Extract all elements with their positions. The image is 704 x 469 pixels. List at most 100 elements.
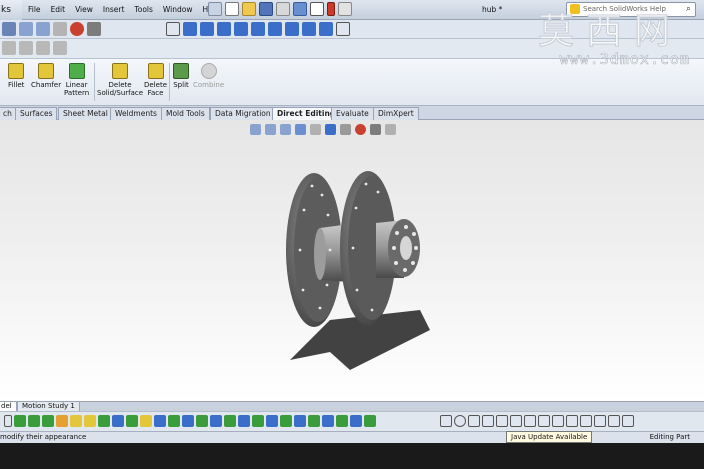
paste-icon[interactable] [36,41,50,55]
helix-icon[interactable] [252,415,264,427]
spline-icon[interactable] [510,415,522,427]
extrude-icon[interactable] [14,415,26,427]
split-line-icon[interactable] [238,415,250,427]
loft-icon[interactable] [56,415,68,427]
coordinate-icon[interactable] [210,415,222,427]
dropdown-icon[interactable] [4,415,12,427]
anchor-icon[interactable] [166,22,180,36]
polygon-icon[interactable] [496,415,508,427]
graphics-area[interactable] [0,120,704,401]
wrap-icon[interactable] [350,415,362,427]
java-update-notification[interactable]: Java Update Available [506,431,593,443]
view-settings-icon[interactable] [385,124,396,135]
menu-window[interactable]: Window [158,0,198,20]
new-document-icon[interactable] [225,2,239,16]
front-view-icon[interactable] [183,22,197,36]
previous-view-icon[interactable] [280,124,291,135]
fillet-button[interactable]: Fillet [8,63,24,89]
tab-evaluate[interactable]: Evaluate [331,107,374,120]
view-orientation-icon[interactable] [310,124,321,135]
rebuild-icon[interactable] [327,2,335,16]
composite-curve-icon[interactable] [280,415,292,427]
save-icon[interactable] [259,2,273,16]
menu-view[interactable]: View [70,0,98,20]
section-view-icon[interactable] [295,124,306,135]
section-view-icon[interactable] [36,22,50,36]
cut-icon[interactable] [53,41,67,55]
back-view-icon[interactable] [200,22,214,36]
delete-solid-button[interactable]: Delete Solid/Surface [97,63,143,97]
apply-scene-icon[interactable] [370,124,381,135]
shell-icon[interactable] [98,415,110,427]
tab-mold-tools[interactable]: Mold Tools [161,107,210,120]
combine-button[interactable]: Combine [193,63,224,89]
tab-weldments[interactable]: Weldments [110,107,162,120]
rectangle-icon[interactable] [580,415,592,427]
offset-icon[interactable] [538,415,550,427]
fillet-sketch-icon[interactable] [552,415,564,427]
hide-show-icon[interactable] [340,124,351,135]
revolve-icon[interactable] [28,415,40,427]
sweep-icon[interactable] [42,415,54,427]
dimension-icon[interactable] [594,415,606,427]
isometric-view-icon[interactable] [285,22,299,36]
view-cube-icon[interactable] [19,22,33,36]
open-icon[interactable] [242,2,256,16]
circle-icon[interactable] [454,415,466,427]
trim-icon[interactable] [482,415,494,427]
undo-icon[interactable] [293,2,307,16]
instant3d-icon[interactable] [322,415,334,427]
sketch-icon[interactable] [440,415,452,427]
mirror-icon[interactable] [154,415,166,427]
rib-icon[interactable] [112,415,124,427]
scene-icon[interactable] [87,22,101,36]
options-icon[interactable] [338,2,352,16]
line-icon[interactable] [468,415,480,427]
pin-icon[interactable] [208,2,222,16]
bottom-view-icon[interactable] [268,22,282,36]
tab-surfaces[interactable]: Surfaces [15,107,58,120]
dome-icon[interactable] [336,415,348,427]
pattern-icon[interactable] [168,415,180,427]
zoom-fit-icon[interactable] [250,124,261,135]
left-view-icon[interactable] [217,22,231,36]
menu-file[interactable]: File [23,0,46,20]
flex-icon[interactable] [364,415,376,427]
feature-icon[interactable] [2,22,16,36]
arc-icon[interactable] [524,415,536,427]
move-face-icon[interactable] [308,415,320,427]
curve-icon[interactable] [224,415,236,427]
cut-revolve-icon[interactable] [84,415,96,427]
appearance-icon[interactable] [70,22,84,36]
reference-icon[interactable] [294,415,306,427]
menu-insert[interactable]: Insert [98,0,130,20]
right-view-icon[interactable] [234,22,248,36]
top-view-icon[interactable] [251,22,265,36]
tab-sheet-metal[interactable]: Sheet Metal [58,107,113,120]
axis-icon[interactable] [196,415,208,427]
normal-to-icon[interactable] [336,22,350,36]
plane-icon[interactable] [182,415,194,427]
hub-model[interactable] [0,120,704,401]
triangle-icon[interactable] [622,415,634,427]
tab-direct-editing[interactable]: Direct Editing [272,107,341,121]
menu-edit[interactable]: Edit [46,0,71,20]
draft-icon[interactable] [126,415,138,427]
table-icon[interactable] [608,415,620,427]
delete-face-button[interactable]: Delete Face [144,63,167,97]
view-orient-icon[interactable] [53,22,67,36]
edit-appearance-icon[interactable] [355,124,366,135]
tab-data-migration[interactable]: Data Migration [210,107,276,120]
trimetric-view-icon[interactable] [302,22,316,36]
projected-curve-icon[interactable] [266,415,278,427]
print-icon[interactable] [276,2,290,16]
centerline-icon[interactable] [566,415,578,427]
cut-extrude-icon[interactable] [70,415,82,427]
split-button[interactable]: Split [173,63,189,89]
menu-tools[interactable]: Tools [129,0,157,20]
chamfer-button[interactable]: Chamfer [31,63,61,89]
select-icon[interactable] [310,2,324,16]
linear-pattern-button[interactable]: Linear Pattern [64,63,89,97]
layer-icon[interactable] [2,41,16,55]
copy-icon[interactable] [19,41,33,55]
